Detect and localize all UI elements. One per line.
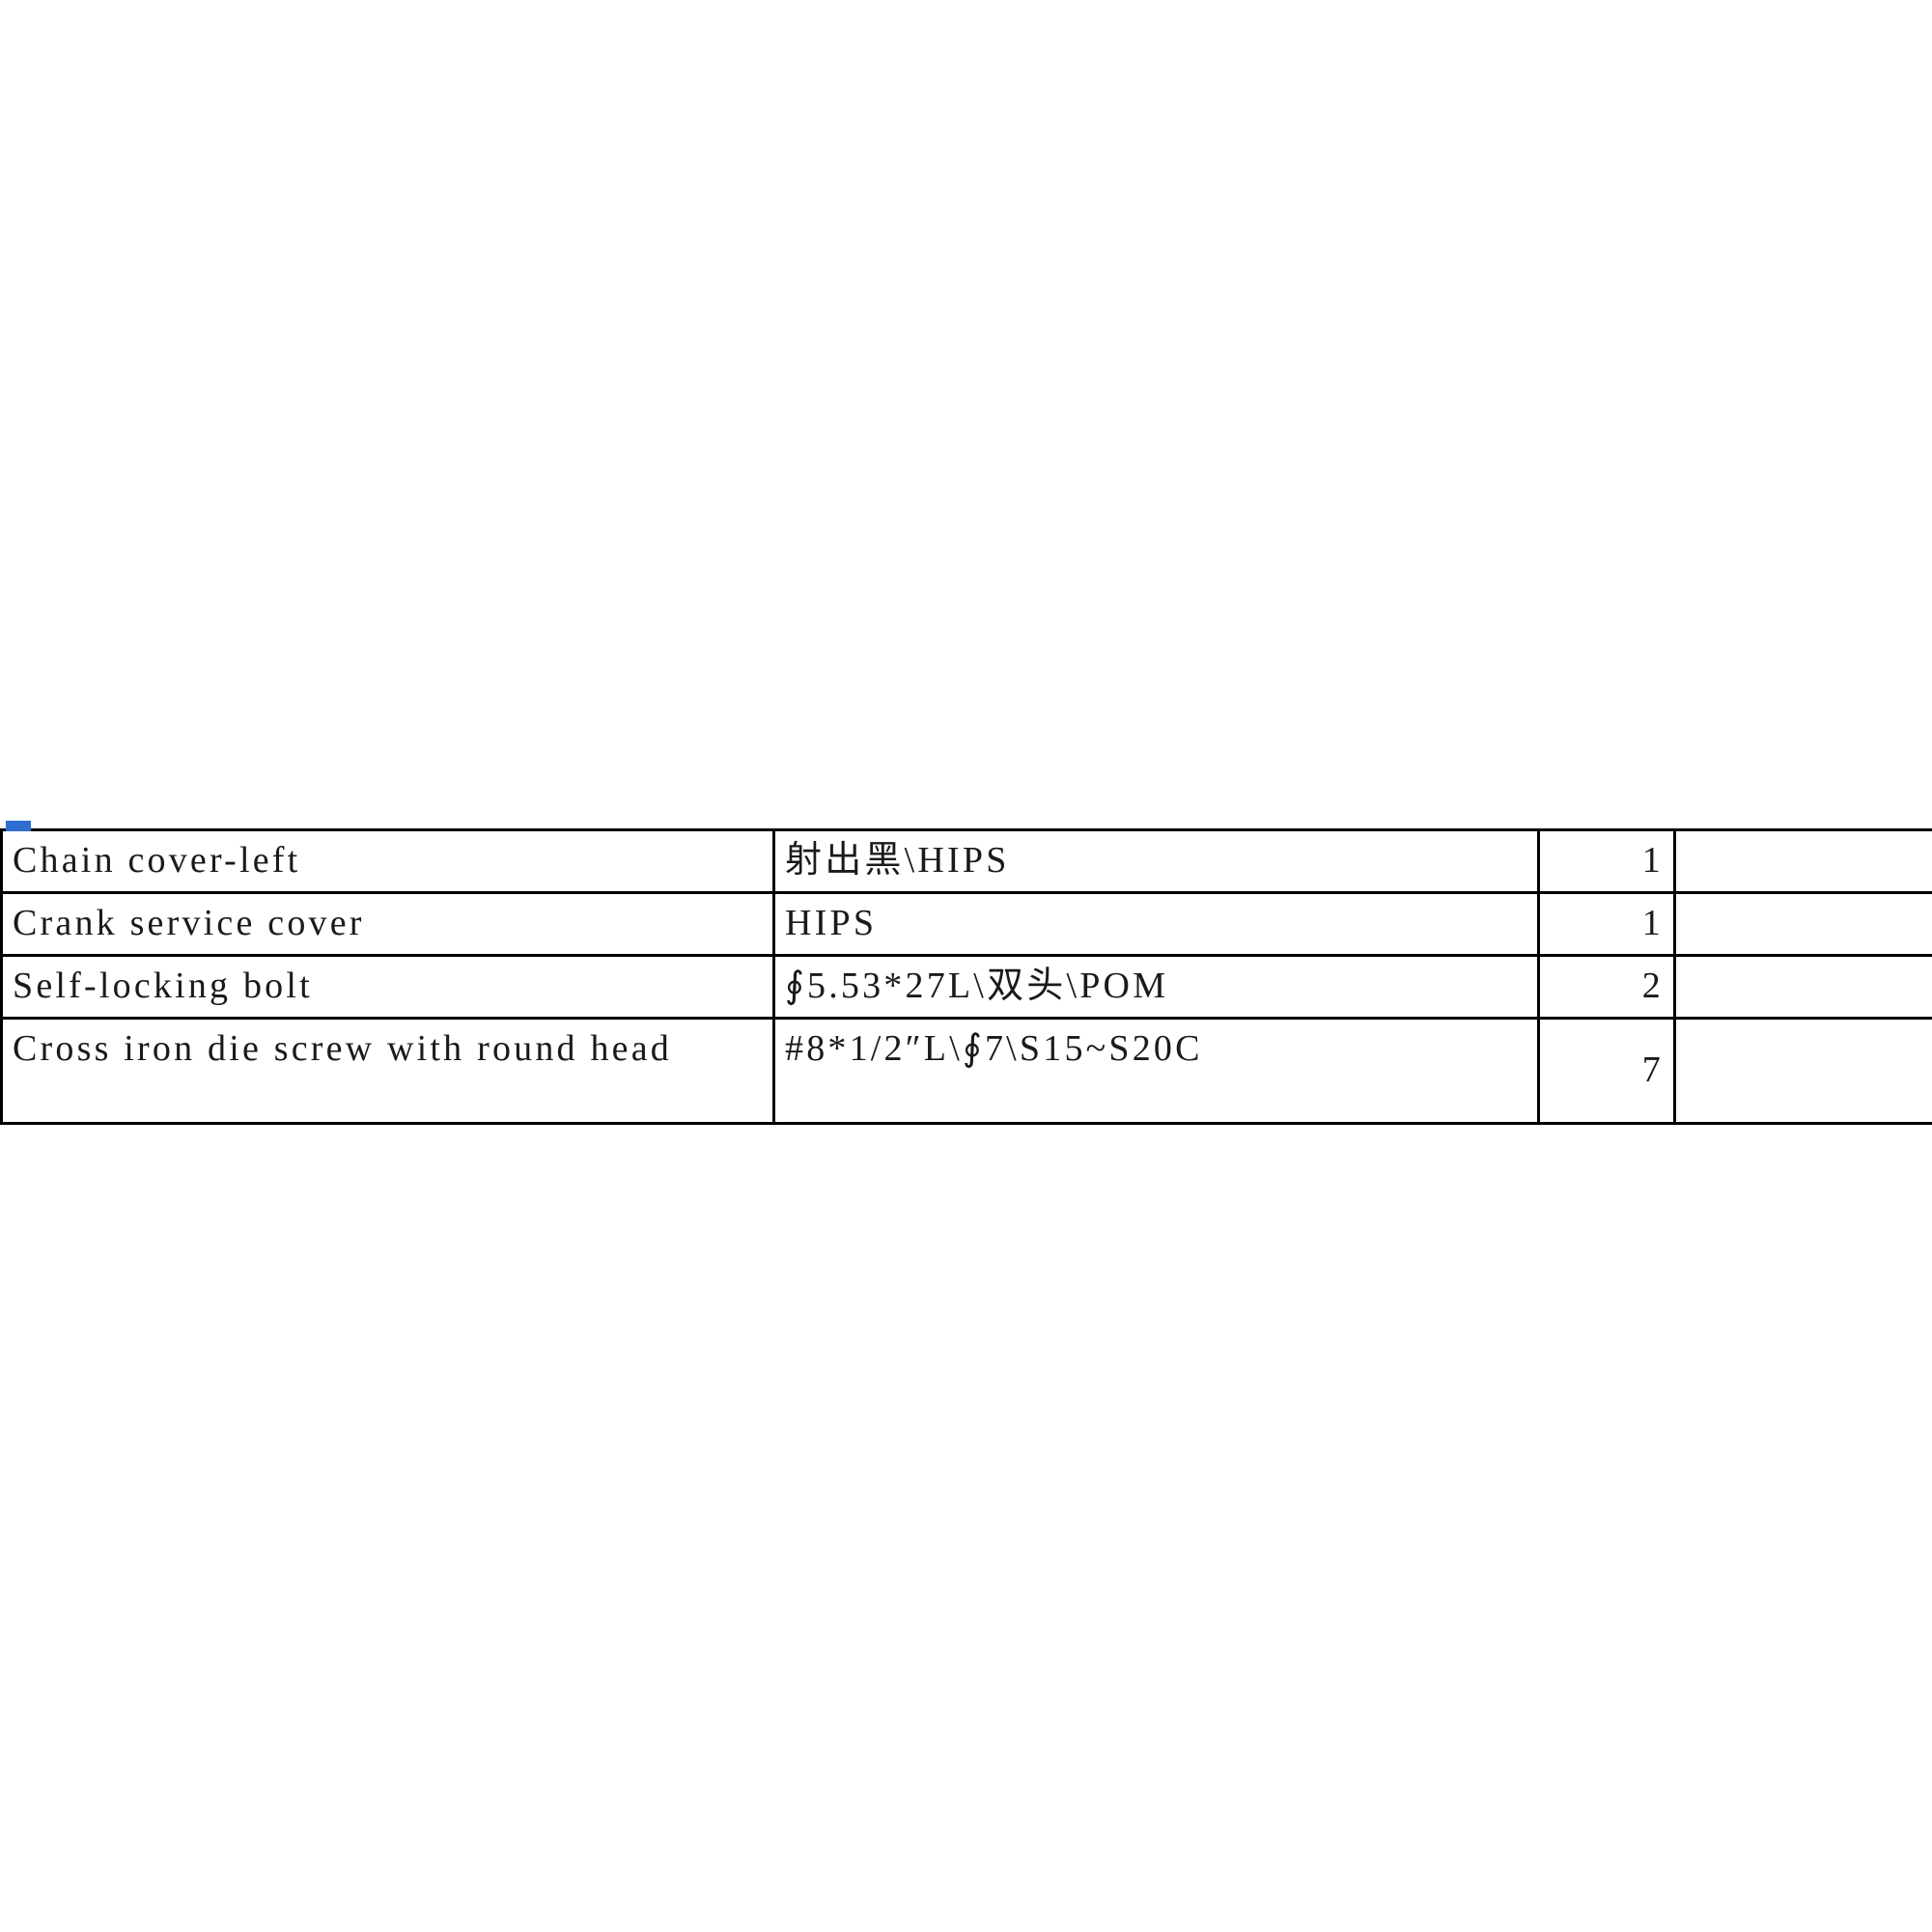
cell-specification[interactable]: #8*1/2″L\∮7\S15~S20C: [772, 1017, 1540, 1125]
table-row[interactable]: Chain cover-left 射出黑\HIPS 1 1: [0, 828, 1932, 894]
cell-quantity[interactable]: 7: [1537, 1017, 1676, 1125]
cell-specification[interactable]: ∮5.53*27L\双头\POM: [772, 954, 1540, 1020]
cell-specification[interactable]: 射出黑\HIPS: [772, 828, 1540, 894]
cell-item-number[interactable]: 3: [1673, 954, 1932, 1020]
cell-specification[interactable]: HIPS: [772, 891, 1540, 957]
cell-part-name[interactable]: Self-locking bolt: [0, 954, 775, 1020]
cell-item-number[interactable]: 4: [1673, 1017, 1932, 1125]
parts-table-container: Chain cover-left 射出黑\HIPS 1 1 Crank serv…: [0, 828, 1932, 1125]
table-row[interactable]: Cross iron die screw with round head #8*…: [0, 1017, 1932, 1125]
cell-item-number[interactable]: 2: [1673, 891, 1932, 957]
page-canvas: Chain cover-left 射出黑\HIPS 1 1 Crank serv…: [0, 0, 1932, 1932]
parts-list-table: Chain cover-left 射出黑\HIPS 1 1 Crank serv…: [0, 828, 1932, 1125]
cell-part-name[interactable]: Crank service cover: [0, 891, 775, 957]
cell-item-number[interactable]: 1: [1673, 828, 1932, 894]
cell-quantity[interactable]: 1: [1537, 828, 1676, 894]
table-row[interactable]: Self-locking bolt ∮5.53*27L\双头\POM 2 3: [0, 954, 1932, 1020]
table-row[interactable]: Crank service cover HIPS 1 2: [0, 891, 1932, 957]
cell-quantity[interactable]: 2: [1537, 954, 1676, 1020]
cell-part-name[interactable]: Chain cover-left: [0, 828, 775, 894]
cell-quantity[interactable]: 1: [1537, 891, 1676, 957]
table-body: Chain cover-left 射出黑\HIPS 1 1 Crank serv…: [0, 828, 1932, 1125]
cell-part-name[interactable]: Cross iron die screw with round head: [0, 1017, 775, 1125]
cell-selection-handle[interactable]: [6, 821, 31, 831]
